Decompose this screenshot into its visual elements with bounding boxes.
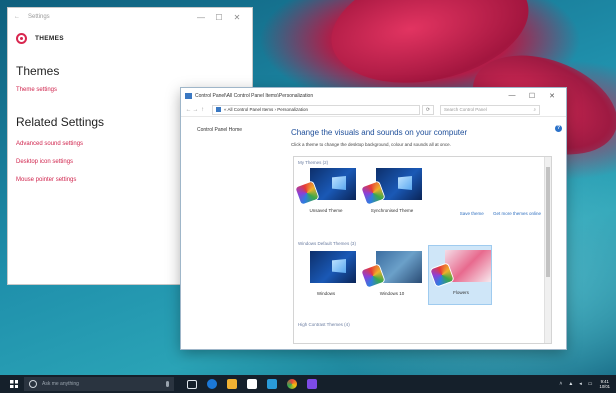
start-button-windows-icon[interactable] (10, 380, 18, 388)
store-icon[interactable] (247, 379, 257, 389)
close-button[interactable]: ✕ (228, 13, 246, 22)
app-icon[interactable] (307, 379, 317, 389)
cortana-icon (29, 380, 37, 388)
themes-heading: Themes (16, 64, 60, 78)
themes-list: My Themes (2) Unsaved Theme Synchronised… (293, 156, 552, 344)
personalization-window: Control Panel\All Control Panel Items\Pe… (181, 88, 566, 349)
cp-content: Control Panel Home ? Change the visuals … (181, 117, 566, 349)
close-button[interactable]: ✕ (542, 92, 562, 100)
taskbar: Ask me anything ˄ ▲ ◂ ▭ 9:41 10/01 (0, 375, 616, 393)
clock[interactable]: 9:41 10/01 (600, 379, 610, 389)
scrollbar-thumb[interactable] (546, 167, 550, 277)
chevron-up-icon[interactable]: ˄ (559, 381, 562, 387)
file-explorer-icon[interactable] (227, 379, 237, 389)
search-icon: ⌕ (533, 107, 536, 112)
microphone-icon (166, 381, 169, 387)
page-description: Click a theme to change the desktop back… (291, 142, 451, 147)
control-panel-home-link[interactable]: Control Panel Home (197, 127, 242, 133)
theme-name: Synchronised Theme (370, 208, 414, 213)
theme-name: Windows (316, 291, 336, 296)
forward-arrow-icon[interactable]: → (192, 107, 199, 113)
edge-browser-icon[interactable] (207, 379, 217, 389)
themes-scrollbar[interactable] (544, 157, 551, 343)
gear-icon (16, 32, 27, 44)
back-arrow-icon[interactable]: ← (14, 14, 28, 20)
save-theme-link[interactable]: Save theme (460, 211, 484, 216)
theme-name: Flowers (453, 290, 469, 295)
address-bar: ← → ↑ « All Control Panel Items › Person… (181, 103, 566, 117)
keyboard-icon[interactable]: ▭ (588, 381, 593, 387)
control-panel-icon (185, 92, 192, 99)
my-themes-row: Unsaved Theme Synchronised Theme Save th… (294, 168, 551, 238)
high-contrast-themes-label: High Contrast Themes (4) (298, 322, 350, 327)
help-icon[interactable]: ? (555, 125, 562, 132)
breadcrumb-text: « All Control Panel Items › Personalizat… (224, 107, 309, 112)
network-icon[interactable]: ▲ (568, 381, 573, 387)
settings-header-label: THEMES (35, 34, 64, 42)
taskbar-search-input[interactable]: Ask me anything (24, 377, 174, 391)
theme-tile-flowers[interactable]: Flowers (428, 245, 492, 305)
settings-header: THEMES (8, 26, 252, 50)
control-panel-icon (216, 107, 221, 112)
refresh-icon[interactable]: ⟳ (422, 104, 434, 115)
theme-links: Save theme Get more themes online (452, 211, 541, 216)
mail-icon[interactable] (267, 379, 277, 389)
theme-name: Unsaved Theme (309, 208, 343, 213)
get-more-themes-link[interactable]: Get more themes online (493, 211, 541, 216)
taskbar-apps (182, 379, 322, 389)
back-arrow-icon[interactable]: ← (185, 107, 192, 113)
settings-title: Settings (28, 14, 50, 20)
maximize-button[interactable]: ☐ (210, 13, 228, 22)
default-themes-label: Windows Default Themes (3) (298, 241, 356, 246)
volume-icon[interactable]: ◂ (579, 381, 582, 387)
theme-thumbnail (310, 251, 356, 283)
minimize-button[interactable]: — (502, 92, 522, 99)
theme-name: Windows 10 (379, 291, 405, 296)
task-view-icon[interactable] (187, 379, 197, 389)
minimize-button[interactable]: — (192, 13, 210, 22)
breadcrumb[interactable]: « All Control Panel Items › Personalizat… (212, 104, 420, 115)
up-arrow-icon[interactable]: ↑ (199, 107, 206, 113)
taskbar-search-placeholder: Ask me anything (42, 381, 79, 387)
page-title: Change the visuals and sounds on your co… (291, 128, 468, 137)
settings-title-bar: ← Settings — ☐ ✕ (8, 8, 252, 26)
system-tray: ˄ ▲ ◂ ▭ 9:41 10/01 (556, 379, 616, 389)
cp-title-bar: Control Panel\All Control Panel Items\Pe… (181, 88, 566, 103)
my-themes-label: My Themes (2) (298, 160, 329, 165)
search-placeholder: Search Control Panel (444, 107, 487, 112)
clock-date: 10/01 (599, 384, 610, 389)
search-input[interactable]: Search Control Panel ⌕ (440, 104, 540, 115)
maximize-button[interactable]: ☐ (522, 92, 542, 100)
default-themes-row: Windows Windows 10 Flowers (294, 245, 551, 319)
cp-window-title: Control Panel\All Control Panel Items\Pe… (195, 92, 314, 99)
chrome-icon[interactable] (287, 379, 297, 389)
